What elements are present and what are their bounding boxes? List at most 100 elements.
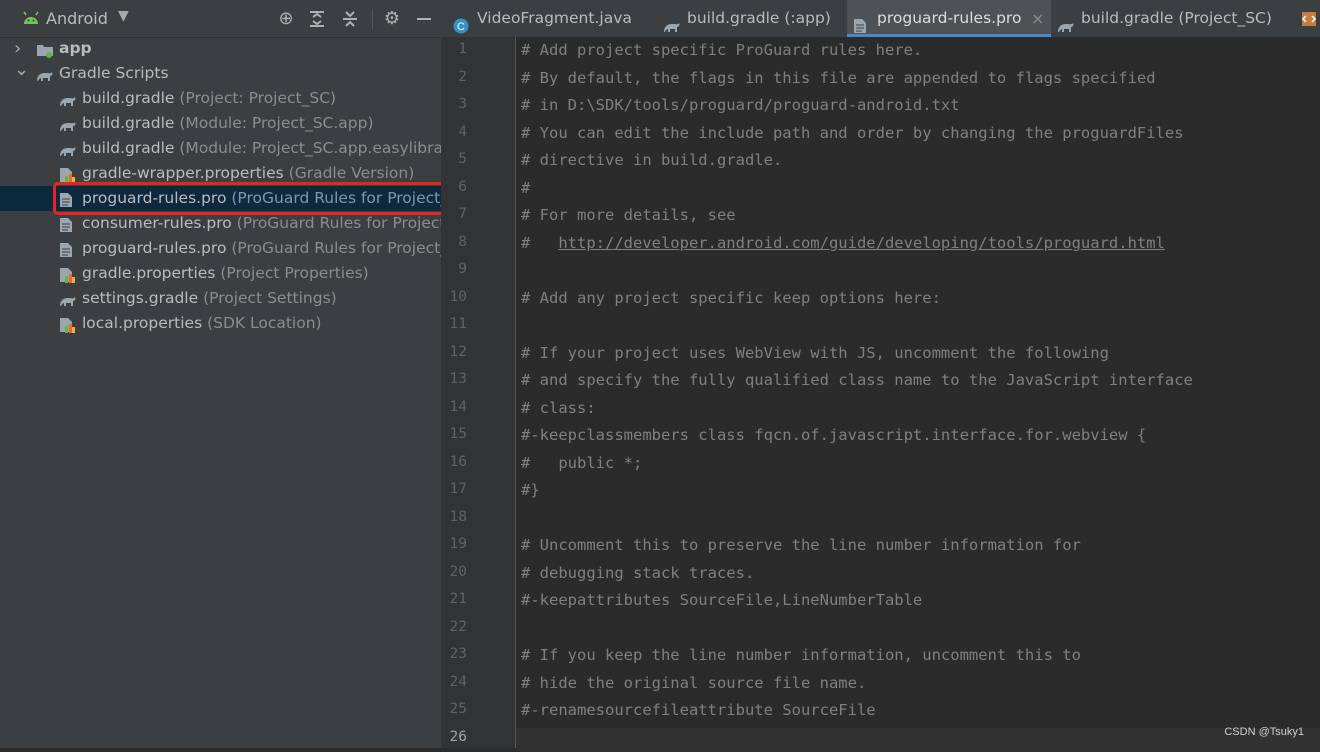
chevron-down-icon[interactable]: ⌄ bbox=[14, 57, 29, 82]
editor-tab[interactable]: C VideoFragment.java bbox=[447, 0, 657, 37]
tree-item-hint: (Project Properties) bbox=[215, 264, 369, 282]
tree-item-hint: (Module: Project_SC.app.easylibrary) bbox=[174, 139, 441, 157]
line-number: 15 bbox=[449, 426, 467, 442]
tree-item-label: build.gradle (Module: Project_SC.app) bbox=[82, 114, 374, 132]
tree-file[interactable]: build.gradle (Module: Project_SC.app) bbox=[0, 111, 441, 136]
current-line-highlight bbox=[516, 728, 1320, 752]
properties-icon bbox=[59, 166, 75, 183]
editor-tab[interactable]: build.gradle (Project_SC) bbox=[1051, 0, 1291, 37]
code-line: # Add project specific ProGuard rules he… bbox=[521, 41, 923, 59]
code-line: # public *; bbox=[521, 453, 643, 472]
tree-folder[interactable]: › app bbox=[0, 36, 441, 61]
text-file-icon bbox=[59, 216, 75, 232]
code-line: # http://developer.android.com/guide/dev… bbox=[521, 233, 1165, 252]
gear-icon[interactable]: ⚙ bbox=[382, 9, 402, 29]
tree-file[interactable]: build.gradle (Module: Project_SC.app.eas… bbox=[0, 136, 441, 161]
line-number: 9 bbox=[458, 261, 467, 277]
project-view-selector[interactable]: Android bbox=[46, 9, 108, 28]
code-line: # debugging stack traces. bbox=[521, 563, 755, 582]
watermark: CSDN @Tsuky1 bbox=[1224, 726, 1304, 738]
code-line: # Uncomment this to preserve the line nu… bbox=[521, 536, 1081, 554]
code-line: # and specify the fully qualified class … bbox=[521, 371, 1193, 389]
module-folder-icon bbox=[36, 41, 53, 58]
tree-item-label: build.gradle (Project: Project_SC) bbox=[82, 89, 337, 107]
tab-label: build.gradle (:app) bbox=[687, 9, 831, 27]
tree-folder[interactable]: ⌄ Gradle Scripts bbox=[0, 59, 441, 86]
line-number: 22 bbox=[449, 618, 467, 635]
close-icon[interactable]: × bbox=[1031, 0, 1044, 37]
header-divider bbox=[372, 9, 373, 29]
line-number: 18 bbox=[449, 508, 467, 525]
line-number: 6 bbox=[458, 178, 467, 195]
tree-item-hint: (Gradle Version) bbox=[283, 164, 415, 182]
line-number: 12 bbox=[449, 343, 467, 360]
code-line: #-keepclassmembers class fqcn.of.javascr… bbox=[521, 426, 1147, 444]
line-number: 10 bbox=[449, 288, 467, 305]
line-number: 1 bbox=[458, 41, 467, 57]
code-line: # Add any project specific keep options … bbox=[521, 288, 941, 307]
code-line: #} bbox=[521, 481, 540, 499]
tree-file[interactable]: settings.gradle (Project Settings) bbox=[0, 286, 441, 311]
tree-file[interactable]: proguard-rules.pro (ProGuard Rules for P… bbox=[0, 236, 441, 261]
tree-item-hint: (ProGuard Rules for Project_S bbox=[231, 214, 441, 232]
locate-icon[interactable]: ⊕ bbox=[276, 9, 296, 29]
line-number: 4 bbox=[458, 123, 467, 140]
tree-item-label: local.properties (SDK Location) bbox=[82, 314, 322, 332]
tab-label: build.gradle (Project_SC) bbox=[1081, 9, 1272, 27]
line-number: 19 bbox=[449, 536, 467, 552]
line-number-gutter: 1 2 3 4 5 6 7 8 9 10 11 12 13 14 15 16 17 18 19 20 21 22 23 24 2… bbox=[441, 37, 516, 748]
code-line: # class: bbox=[521, 398, 596, 417]
tree-file[interactable]: build.gradle (Project: Project_SC) bbox=[0, 86, 441, 111]
tree-file[interactable]: local.properties (SDK Location) bbox=[0, 311, 441, 336]
gradle-icon bbox=[1057, 11, 1074, 32]
code-line: # in D:\SDK/tools/proguard/proguard-andr… bbox=[521, 96, 960, 114]
editor-tab[interactable]: build.gradle (:app) bbox=[657, 0, 847, 37]
text-file-icon bbox=[853, 11, 869, 33]
editor-tab[interactable]: proguard-rules.pro × bbox=[847, 0, 1051, 37]
expand-all-icon[interactable] bbox=[307, 9, 327, 29]
chevron-down-icon[interactable]: ▼ bbox=[118, 8, 129, 24]
highlight-annotation bbox=[53, 182, 463, 215]
tree-item-label: gradle.properties (Project Properties) bbox=[82, 264, 369, 282]
tree-item-hint: (Project Settings) bbox=[198, 289, 337, 307]
gradle-icon bbox=[59, 91, 76, 107]
code-line: #-renamesourcefileattribute SourceFile bbox=[521, 701, 876, 719]
tree-item-label: build.gradle (Module: Project_SC.app.eas… bbox=[82, 136, 441, 161]
line-number: 23 bbox=[449, 646, 467, 662]
line-number: 26 bbox=[449, 728, 467, 745]
tree-item-hint: (SDK Location) bbox=[202, 314, 322, 332]
tree-item-label: app bbox=[59, 39, 92, 57]
code-line: # If you keep the line number informatio… bbox=[521, 646, 1081, 664]
line-number: 11 bbox=[449, 316, 467, 332]
xml-file-icon[interactable] bbox=[1301, 11, 1317, 27]
tab-label: VideoFragment.java bbox=[477, 9, 632, 27]
tree-item-hint: (Project: Project_SC) bbox=[174, 89, 337, 107]
tree-file[interactable]: gradle.properties (Project Properties) bbox=[0, 261, 441, 286]
properties-icon bbox=[59, 266, 75, 283]
properties-icon bbox=[59, 316, 75, 333]
line-number: 8 bbox=[458, 233, 467, 250]
gradle-icon bbox=[663, 11, 680, 32]
collapse-all-icon[interactable] bbox=[340, 9, 360, 29]
line-number: 14 bbox=[449, 398, 467, 415]
minimize-icon[interactable] bbox=[414, 9, 434, 29]
line-number: 3 bbox=[458, 96, 467, 112]
project-panel: Android ▼ ⊕ ⚙ › app ⌄ Gradle Scripts build.g… bbox=[0, 0, 441, 748]
android-icon bbox=[23, 11, 39, 24]
line-number: 16 bbox=[449, 453, 467, 470]
gradle-icon bbox=[59, 291, 76, 307]
project-panel-header: Android ▼ ⊕ ⚙ bbox=[0, 0, 441, 38]
code-line: # For more details, see bbox=[521, 206, 736, 224]
code-editor[interactable]: # Add project specific ProGuard rules he… bbox=[516, 37, 1320, 752]
tree-item-label: proguard-rules.pro (ProGuard Rules for P… bbox=[82, 236, 441, 261]
line-number: 13 bbox=[449, 371, 467, 387]
code-line: # hide the original source file name. bbox=[521, 673, 867, 692]
line-number: 21 bbox=[449, 591, 467, 607]
line-number: 2 bbox=[458, 68, 467, 85]
code-line: # By default, the flags in this file are… bbox=[521, 68, 1156, 87]
tree-item-hint: (Module: Project_SC.app) bbox=[174, 114, 374, 132]
line-number: 24 bbox=[449, 673, 467, 690]
url-link[interactable]: http://developer.android.com/guide/devel… bbox=[558, 234, 1165, 252]
svg-text:C: C bbox=[457, 21, 465, 33]
java-class-icon: C bbox=[453, 11, 469, 34]
